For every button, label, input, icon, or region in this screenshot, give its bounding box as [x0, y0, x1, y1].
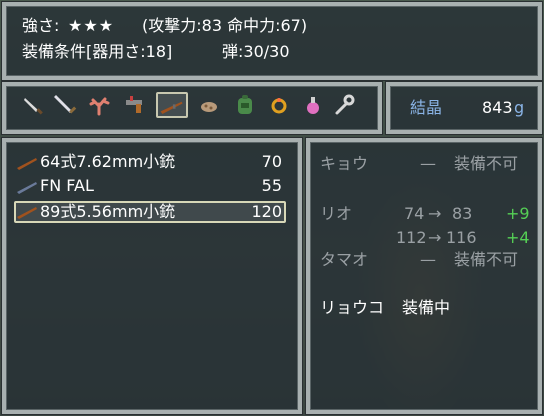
tamao-status: 装備不可 — [454, 250, 519, 269]
weapon-value: 70 — [261, 152, 282, 171]
currency-label: 結晶 — [410, 98, 443, 117]
currency-window: 結晶 843 g — [386, 82, 542, 134]
weapon-name: 64式7.62mm小銃 — [40, 152, 176, 171]
ring-icon[interactable] — [266, 92, 292, 118]
rifle-icon — [17, 182, 37, 194]
knife-icon[interactable] — [20, 92, 46, 118]
coral-icon[interactable] — [86, 92, 112, 118]
pack-icon[interactable] — [232, 92, 258, 118]
ore-icon[interactable] — [196, 92, 222, 118]
weapon-name: FN FAL — [40, 176, 94, 195]
wrench-icon[interactable] — [332, 92, 358, 118]
potion-icon[interactable] — [300, 92, 326, 118]
currency-amount: 843 — [482, 98, 513, 117]
weapon-value: 120 — [251, 202, 282, 221]
party-compare-window: キョウ — 装備不可 リオ 74 → 83 +9 112 → 116 +4 タマ… — [306, 138, 542, 414]
rifle-icon[interactable] — [156, 92, 188, 118]
member-name-tamao: タマオ — [320, 250, 369, 269]
weapon-name: 89式5.56mm小銃 — [40, 202, 176, 221]
rio-atk-diff: +9 — [506, 204, 530, 223]
ryouko-status: 装備中 — [402, 298, 451, 317]
rifle-icon — [17, 158, 37, 170]
equip-requirement: 装備条件[器用さ:18] — [22, 42, 173, 61]
member-name-ryouko: リョウコ — [320, 298, 385, 317]
weapon-list-item-selected[interactable]: 89式5.56mm小銃 120 — [14, 201, 286, 223]
rifle-icon — [17, 207, 37, 219]
strength-label: 強さ: — [22, 16, 60, 35]
weapon-info-window: 強さ: ★★★ (攻撃力:83 命中力:67) 装備条件[器用さ:18] 弾:3… — [2, 2, 542, 80]
tamao-dash: — — [420, 250, 436, 269]
rio-hit-diff: +4 — [506, 228, 530, 247]
pistol-icon[interactable] — [122, 92, 148, 118]
weapon-list-item[interactable]: FN FAL 55 — [14, 176, 286, 198]
strength-stars: ★★★ — [68, 16, 115, 35]
currency-unit: g — [514, 98, 525, 117]
weapon-value: 55 — [261, 176, 282, 195]
item-category-icons — [20, 92, 370, 122]
attack-hit-stats: (攻撃力:83 命中力:67) — [142, 16, 308, 35]
rio-atk-to: 83 — [452, 204, 473, 223]
weapon-list-item[interactable]: 64式7.62mm小銃 70 — [14, 152, 286, 174]
rio-hit-to: 116 — [446, 228, 477, 247]
kyou-dash: — — [420, 154, 436, 173]
kyou-status: 装備不可 — [454, 154, 519, 173]
sword-icon[interactable] — [52, 92, 78, 118]
member-name-rio: リオ — [320, 204, 353, 223]
ammo-count: 弾:30/30 — [222, 42, 290, 61]
rio-atk-from: 74 — [404, 204, 425, 223]
rio-hit-from: 112 — [396, 228, 427, 247]
member-name-kyou: キョウ — [320, 154, 369, 173]
rio-atk-arrow: → — [428, 204, 442, 223]
rio-hit-arrow: → — [428, 228, 442, 247]
